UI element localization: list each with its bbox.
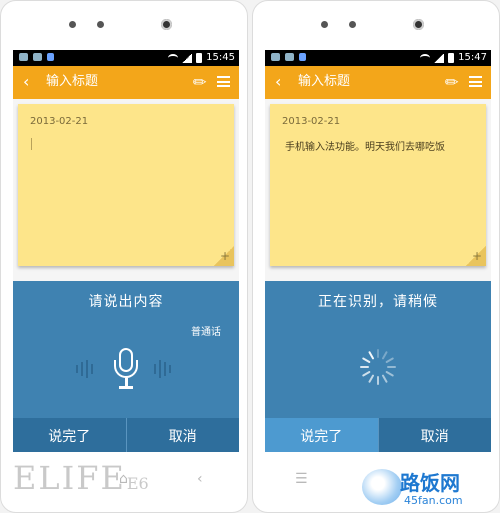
back-arrow-icon[interactable]: ‹ — [275, 74, 281, 90]
voice-visualizer — [76, 348, 176, 392]
spinner-tick — [377, 376, 379, 385]
sensor-dot — [321, 21, 328, 28]
back-arrow-icon[interactable]: ‹ — [23, 74, 29, 90]
spinner-tick — [361, 370, 371, 377]
cancel-button[interactable]: 取消 — [378, 418, 491, 452]
cancel-button[interactable]: 取消 — [126, 418, 239, 452]
menu-nav-icon[interactable]: ☰ — [295, 471, 308, 487]
sticky-note[interactable]: 2013-02-21 + — [18, 104, 234, 266]
battery-icon — [448, 53, 455, 63]
paperclip-icon[interactable]: ✐ — [439, 71, 462, 94]
title-bar: ‹ 输入标题 ✐ — [265, 66, 491, 99]
sensor-dot — [349, 21, 356, 28]
done-speaking-button[interactable]: 说完了 — [265, 418, 379, 452]
phone-right: 15:47 ‹ 输入标题 ✐ 2013-02-21 手机输入法功能。明天我们去哪… — [252, 0, 500, 513]
brand-model: E6 — [126, 474, 149, 493]
spinner-tick — [377, 349, 379, 358]
screen-right: 15:47 ‹ 输入标题 ✐ 2013-02-21 手机输入法功能。明天我们去哪… — [265, 50, 491, 452]
menu-icon[interactable] — [469, 76, 482, 87]
language-selector[interactable]: 普通话 — [191, 323, 221, 338]
back-nav-icon[interactable]: ‹ — [197, 471, 203, 487]
note-area: 2013-02-21 手机输入法功能。明天我们去哪吃饭 + — [265, 99, 491, 281]
phone-left: 15:45 ‹ 输入标题 ✐ 2013-02-21 + 请说出内容 普通话 说完… — [0, 0, 248, 513]
signal-icon — [434, 53, 445, 63]
front-camera — [413, 19, 424, 30]
notification-icons — [271, 53, 306, 61]
watermark-logo — [362, 469, 402, 505]
text-cursor — [31, 138, 32, 150]
battery-icon — [196, 53, 203, 63]
title-bar: ‹ 输入标题 ✐ — [13, 66, 239, 99]
spinner-tick — [368, 374, 375, 384]
status-time: 15:45 — [206, 52, 235, 63]
device-brand-logo: ELIFEE6 — [13, 459, 149, 497]
home-icon[interactable]: ⌂ — [119, 471, 128, 487]
front-camera — [161, 19, 172, 30]
spinner-tick — [381, 350, 388, 360]
watermark-url: 45fan.com — [404, 494, 463, 507]
page-title[interactable]: 输入标题 — [46, 74, 98, 90]
voice-prompt: 正在识别，请稍候 — [318, 294, 438, 310]
screen-left: 15:45 ‹ 输入标题 ✐ 2013-02-21 + 请说出内容 普通话 说完… — [13, 50, 239, 452]
spinner-tick — [381, 374, 388, 384]
note-date: 2013-02-21 — [30, 116, 89, 127]
action-buttons: 说完了 取消 — [265, 418, 491, 452]
add-icon[interactable]: + — [472, 249, 482, 263]
watermark-name: 路饭网 — [400, 471, 460, 495]
notification-icons — [19, 53, 54, 61]
brand-name: ELIFE — [13, 459, 126, 497]
spinner-tick — [361, 357, 371, 364]
spinner-tick — [385, 370, 395, 377]
action-buttons: 说完了 取消 — [13, 418, 239, 452]
status-bar: 15:45 — [13, 50, 239, 66]
sensor-dot — [69, 21, 76, 28]
sticky-note[interactable]: 2013-02-21 手机输入法功能。明天我们去哪吃饭 + — [270, 104, 486, 266]
voice-prompt: 请说出内容 — [88, 294, 164, 310]
status-time: 15:47 — [458, 52, 487, 63]
signal-icon — [182, 53, 193, 63]
spinner-tick — [387, 366, 396, 368]
paperclip-icon[interactable]: ✐ — [187, 71, 210, 94]
note-date: 2013-02-21 — [282, 116, 341, 127]
spinner-tick — [368, 350, 375, 360]
microphone-icon[interactable] — [113, 348, 139, 392]
sound-level-bars — [76, 360, 93, 378]
note-text[interactable]: 手机输入法功能。明天我们去哪吃饭 — [285, 138, 445, 153]
add-icon[interactable]: + — [220, 249, 230, 263]
voice-input-panel: 正在识别，请稍候 — [265, 281, 491, 418]
note-area: 2013-02-21 + — [13, 99, 239, 281]
sensor-dot — [97, 21, 104, 28]
status-bar: 15:47 — [265, 50, 491, 66]
page-title[interactable]: 输入标题 — [298, 74, 350, 90]
spinner-icon — [358, 347, 398, 387]
spinner-tick — [385, 357, 395, 364]
wifi-icon — [420, 54, 431, 62]
site-watermark: 路饭网 45fan.com — [360, 467, 500, 513]
sound-level-bars — [154, 360, 171, 378]
menu-icon[interactable] — [217, 76, 230, 87]
done-speaking-button[interactable]: 说完了 — [13, 418, 127, 452]
wifi-icon — [168, 54, 179, 62]
spinner-tick — [360, 366, 369, 368]
voice-input-panel: 请说出内容 普通话 — [13, 281, 239, 418]
